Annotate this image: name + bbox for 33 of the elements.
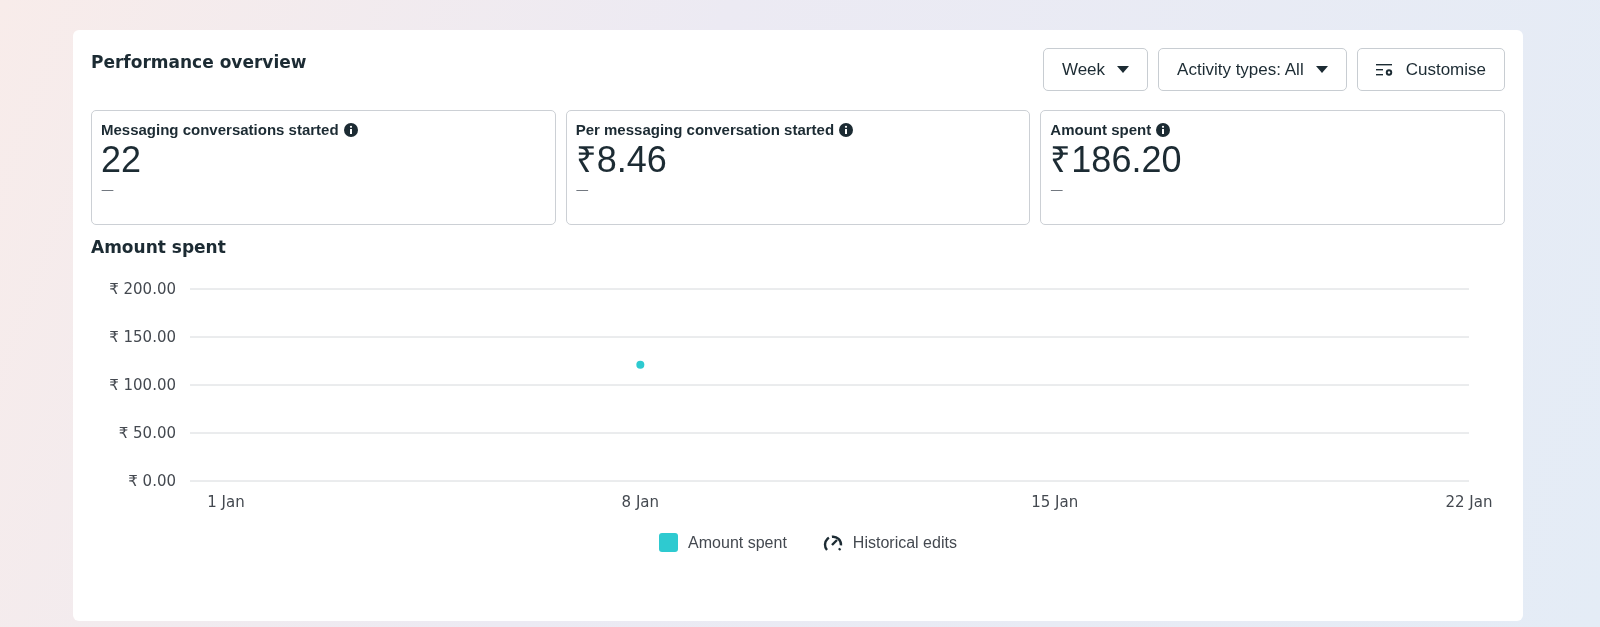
dropdown-button[interactable]: Week (1042, 48, 1149, 91)
caret-icon (1315, 65, 1328, 74)
caret-icon (1117, 65, 1130, 74)
y-axis-label: ₹ 150.00 (109, 328, 176, 346)
y-axis-label: ₹ 50.00 (118, 424, 176, 442)
y-axis-label: ₹ 0.00 (128, 472, 176, 490)
metric-change: — (575, 182, 590, 197)
y-axis-label: ₹ 100.00 (109, 376, 176, 394)
metric-value: ₹186.20 (1050, 138, 1183, 182)
sliders-gear-icon (1375, 62, 1394, 77)
dropdown-button[interactable]: Activity types: All (1158, 48, 1347, 91)
metric-change: — (101, 182, 115, 197)
metric-label: Amount spent (1050, 121, 1152, 138)
metric-label: Messaging conversations started (101, 121, 339, 138)
metric-change: — (1050, 182, 1065, 197)
info-icon[interactable] (343, 122, 358, 137)
info-icon[interactable] (839, 122, 854, 137)
metric-label: Per messaging conversation started (575, 121, 835, 138)
legend-label: Amount spent (688, 533, 787, 552)
data-point (636, 360, 645, 369)
panel-title: Performance overview (91, 52, 307, 72)
chart-title: Amount spent (91, 237, 227, 257)
x-axis-label: 8 Jan (621, 493, 660, 511)
y-axis-label: ₹ 200.00 (109, 280, 176, 298)
info-icon[interactable] (1156, 122, 1171, 137)
x-axis-label: 1 Jan (207, 493, 245, 511)
metric-value: ₹8.46 (575, 138, 668, 182)
customise-button[interactable]: Customise (1356, 48, 1505, 91)
metric-value: 22 (101, 138, 143, 182)
x-axis-label: 15 Jan (1031, 493, 1079, 511)
legend-label: Historical edits (852, 533, 957, 552)
gauge-icon (822, 533, 843, 552)
x-axis-label: 22 Jan (1445, 493, 1493, 511)
